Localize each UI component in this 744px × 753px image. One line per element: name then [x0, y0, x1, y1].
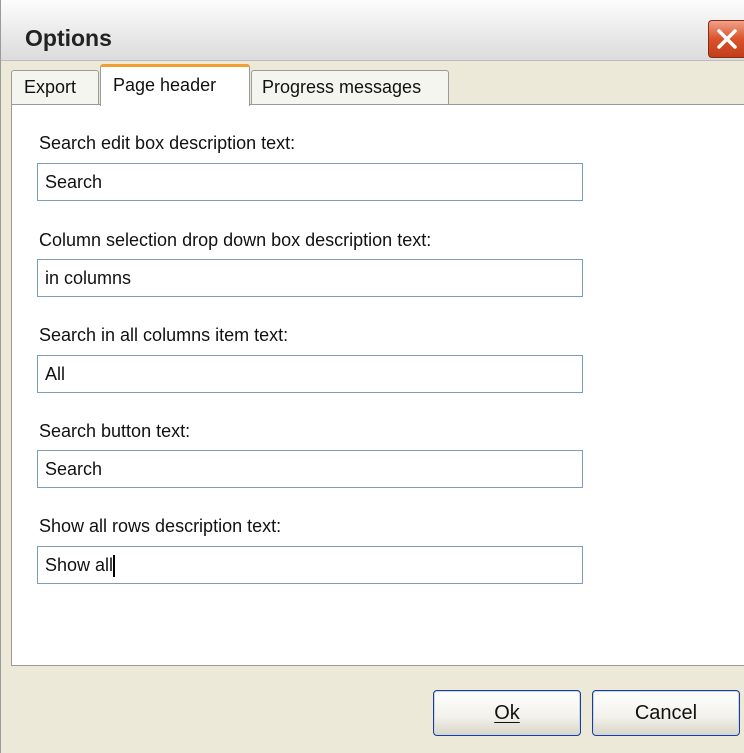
column-selection-label: Column selection drop down box descripti…	[39, 230, 432, 250]
close-icon	[717, 29, 737, 49]
tab-label: Page header	[113, 75, 217, 95]
tab-page-header[interactable]: Page header	[100, 64, 250, 106]
ok-button[interactable]: Ok	[433, 690, 581, 736]
options-dialog: Options Export Page header Progress mess…	[0, 0, 744, 753]
search-button-text-field[interactable]: Search	[37, 450, 583, 488]
field-value: Search	[45, 172, 103, 192]
search-edit-box-field[interactable]: Search	[37, 163, 583, 201]
tab-label: Progress messages	[262, 77, 422, 97]
field-value: All	[45, 364, 66, 384]
search-all-columns-label: Search in all columns item text:	[39, 325, 289, 345]
column-selection-field[interactable]: in columns	[37, 259, 583, 297]
field-value: Search	[45, 459, 103, 479]
window-title: Options	[25, 25, 112, 51]
field-value: in columns	[45, 268, 132, 288]
show-all-rows-field[interactable]: Show all	[37, 546, 583, 584]
cancel-button[interactable]: Cancel	[592, 690, 740, 736]
text-caret	[113, 555, 116, 578]
search-all-columns-field[interactable]: All	[37, 355, 583, 393]
field-value: Show all	[45, 555, 114, 575]
title-bar: Options	[1, 0, 744, 61]
tab-label: Export	[24, 77, 77, 97]
search-button-text-label: Search button text:	[39, 421, 191, 441]
tab-export[interactable]: Export	[11, 70, 99, 104]
tab-progress-messages[interactable]: Progress messages	[251, 70, 449, 104]
cancel-label: Cancel	[634, 702, 698, 724]
search-edit-box-label: Search edit box description text:	[39, 133, 296, 153]
show-all-rows-label: Show all rows description text:	[39, 516, 282, 536]
close-button[interactable]	[708, 20, 744, 58]
ok-label: Ok	[494, 702, 520, 724]
